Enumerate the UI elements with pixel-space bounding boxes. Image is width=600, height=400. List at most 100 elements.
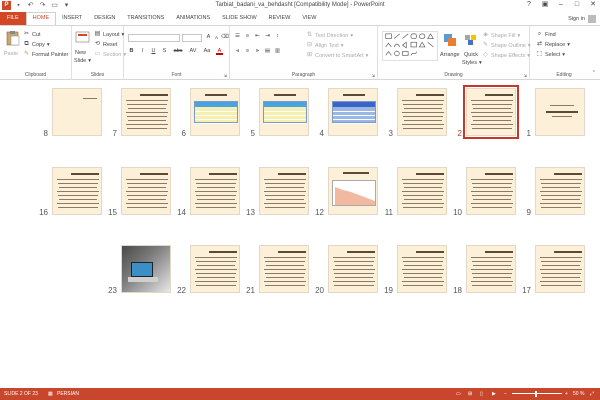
- slide-thumbnail[interactable]: [190, 88, 240, 136]
- slide-thumbnail[interactable]: [121, 88, 171, 136]
- tab-transitions[interactable]: TRANSITIONS: [121, 12, 170, 25]
- zoom-in-icon[interactable]: +: [565, 391, 568, 397]
- zoom-slider[interactable]: [512, 393, 562, 394]
- slide-thumbnail[interactable]: [535, 167, 585, 215]
- replace-button[interactable]: ⇄ Replace ▾: [536, 41, 570, 48]
- shrink-font-icon[interactable]: A: [213, 34, 220, 41]
- arrange-button[interactable]: Arrange: [440, 52, 460, 58]
- align-left-icon[interactable]: ⫷: [234, 48, 241, 55]
- slide-thumbnail[interactable]: [463, 85, 519, 139]
- font-name-input[interactable]: [128, 34, 180, 42]
- tab-review[interactable]: REVIEW: [263, 12, 297, 25]
- language-status[interactable]: PERSIAN: [57, 391, 79, 397]
- copy-button[interactable]: ⧉ Copy ▾: [23, 41, 49, 48]
- bold-button[interactable]: B: [128, 48, 135, 55]
- text-shadow-button[interactable]: S: [161, 48, 168, 55]
- font-color-button[interactable]: A: [216, 48, 223, 55]
- slide-thumbnail[interactable]: [52, 88, 102, 136]
- select-button[interactable]: ⬚ Select ▾: [536, 51, 565, 58]
- arrange-icon[interactable]: [442, 32, 458, 48]
- drawing-dialog-launcher-icon[interactable]: ⇲: [524, 73, 527, 78]
- slide-thumbnail[interactable]: [466, 167, 516, 215]
- line-spacing-icon[interactable]: ↕: [274, 33, 281, 40]
- slide-thumbnail[interactable]: [397, 167, 447, 215]
- find-button[interactable]: ⌕ Find: [536, 31, 556, 38]
- slide-thumbnail[interactable]: [535, 88, 585, 136]
- font-dialog-launcher-icon[interactable]: ⇲: [224, 73, 227, 78]
- language-icon[interactable]: ▦: [48, 391, 53, 397]
- zoom-out-icon[interactable]: −: [504, 391, 507, 397]
- paragraph-dialog-launcher-icon[interactable]: ⇲: [372, 73, 375, 78]
- convert-smartart-button[interactable]: ⊞ Convert to SmartArt ▾: [306, 52, 368, 59]
- shape-outline-button[interactable]: ✎ Shape Outline ▾: [482, 42, 531, 49]
- quick-styles-icon[interactable]: [463, 32, 479, 48]
- justify-icon[interactable]: ▤: [264, 48, 271, 55]
- decrease-indent-icon[interactable]: ⇤: [254, 33, 261, 40]
- tab-slide-show[interactable]: SLIDE SHOW: [216, 12, 263, 25]
- character-spacing-button[interactable]: AV: [188, 48, 198, 55]
- bullets-icon[interactable]: ☰: [234, 33, 241, 40]
- tab-view[interactable]: VIEW: [296, 12, 322, 25]
- slide-thumbnail[interactable]: [466, 245, 516, 293]
- format-painter-button[interactable]: ✎ Format Painter: [23, 51, 68, 58]
- slide-thumbnail[interactable]: [397, 88, 447, 136]
- italic-button[interactable]: I: [139, 48, 146, 55]
- close-icon[interactable]: ✕: [588, 0, 598, 10]
- slide-thumbnail[interactable]: [328, 88, 378, 136]
- sign-in[interactable]: Sign in: [568, 15, 596, 23]
- cut-button[interactable]: ✂ Cut: [23, 31, 41, 38]
- new-slide-label-2[interactable]: Slide ▾: [74, 58, 91, 64]
- strikethrough-button[interactable]: abc: [172, 48, 184, 55]
- quick-styles-label-2[interactable]: Styles ▾: [462, 60, 482, 66]
- tab-file[interactable]: FILE: [0, 12, 26, 25]
- slide-thumbnail[interactable]: [259, 88, 309, 136]
- slide-thumbnail[interactable]: [121, 245, 171, 293]
- reading-view-icon[interactable]: ▯: [480, 391, 483, 397]
- help-icon[interactable]: ?: [524, 0, 534, 10]
- reset-button[interactable]: ⟲ Reset: [94, 41, 117, 48]
- quick-styles-label[interactable]: Quick: [464, 52, 478, 58]
- normal-view-icon[interactable]: ▭: [456, 391, 461, 397]
- clear-formatting-icon[interactable]: ⌫: [221, 34, 229, 41]
- change-case-button[interactable]: Aa: [202, 48, 212, 55]
- section-button[interactable]: ▭ Section ▾: [94, 51, 126, 58]
- paste-icon[interactable]: [5, 30, 21, 46]
- minimize-icon[interactable]: –: [556, 0, 566, 10]
- zoom-slider-thumb[interactable]: [535, 391, 537, 397]
- slide-thumbnail[interactable]: [190, 245, 240, 293]
- shape-effects-button[interactable]: ◇ Shape Effects ▾: [482, 52, 530, 59]
- zoom-level[interactable]: 50 %: [573, 391, 584, 397]
- tab-home[interactable]: HOME: [25, 12, 57, 25]
- increase-indent-icon[interactable]: ⇥: [264, 33, 271, 40]
- slide-thumbnail[interactable]: [190, 167, 240, 215]
- slide-thumbnail[interactable]: [535, 245, 585, 293]
- slide-thumbnail[interactable]: [328, 245, 378, 293]
- tab-animations[interactable]: ANIMATIONS: [170, 12, 216, 25]
- slide-thumbnail[interactable]: [259, 167, 309, 215]
- ribbon-display-icon[interactable]: ▣: [540, 0, 550, 10]
- fit-to-window-icon[interactable]: ⤢: [590, 391, 594, 397]
- slideshow-view-icon[interactable]: ▶: [492, 391, 496, 397]
- new-slide-label[interactable]: New: [75, 50, 86, 56]
- tab-insert[interactable]: INSERT: [56, 12, 88, 25]
- align-center-icon[interactable]: ≡: [244, 48, 251, 55]
- slide-thumbnail[interactable]: [259, 245, 309, 293]
- shape-fill-button[interactable]: ◈ Shape Fill ▾: [482, 32, 520, 39]
- slide-sorter-view-icon[interactable]: ⊞: [468, 391, 472, 397]
- slide-thumbnail[interactable]: [397, 245, 447, 293]
- slide-thumbnail[interactable]: [52, 167, 102, 215]
- maximize-icon[interactable]: □: [572, 0, 582, 10]
- tab-design[interactable]: DESIGN: [88, 12, 121, 25]
- align-right-icon[interactable]: ⫸: [254, 48, 261, 55]
- text-direction-button[interactable]: ⇅ Text Direction ▾: [306, 32, 353, 39]
- underline-button[interactable]: U: [150, 48, 157, 55]
- shapes-gallery[interactable]: [382, 31, 438, 61]
- grow-font-icon[interactable]: A: [205, 34, 212, 41]
- font-size-input[interactable]: [182, 34, 202, 42]
- align-text-button[interactable]: ⊟ Align Text ▾: [306, 42, 344, 49]
- layout-button[interactable]: ▤ Layout ▾: [94, 31, 125, 38]
- new-slide-icon[interactable]: [75, 30, 91, 46]
- slide-thumbnail[interactable]: [121, 167, 171, 215]
- paste-button[interactable]: Paste: [4, 51, 18, 57]
- numbering-icon[interactable]: ≡: [244, 33, 251, 40]
